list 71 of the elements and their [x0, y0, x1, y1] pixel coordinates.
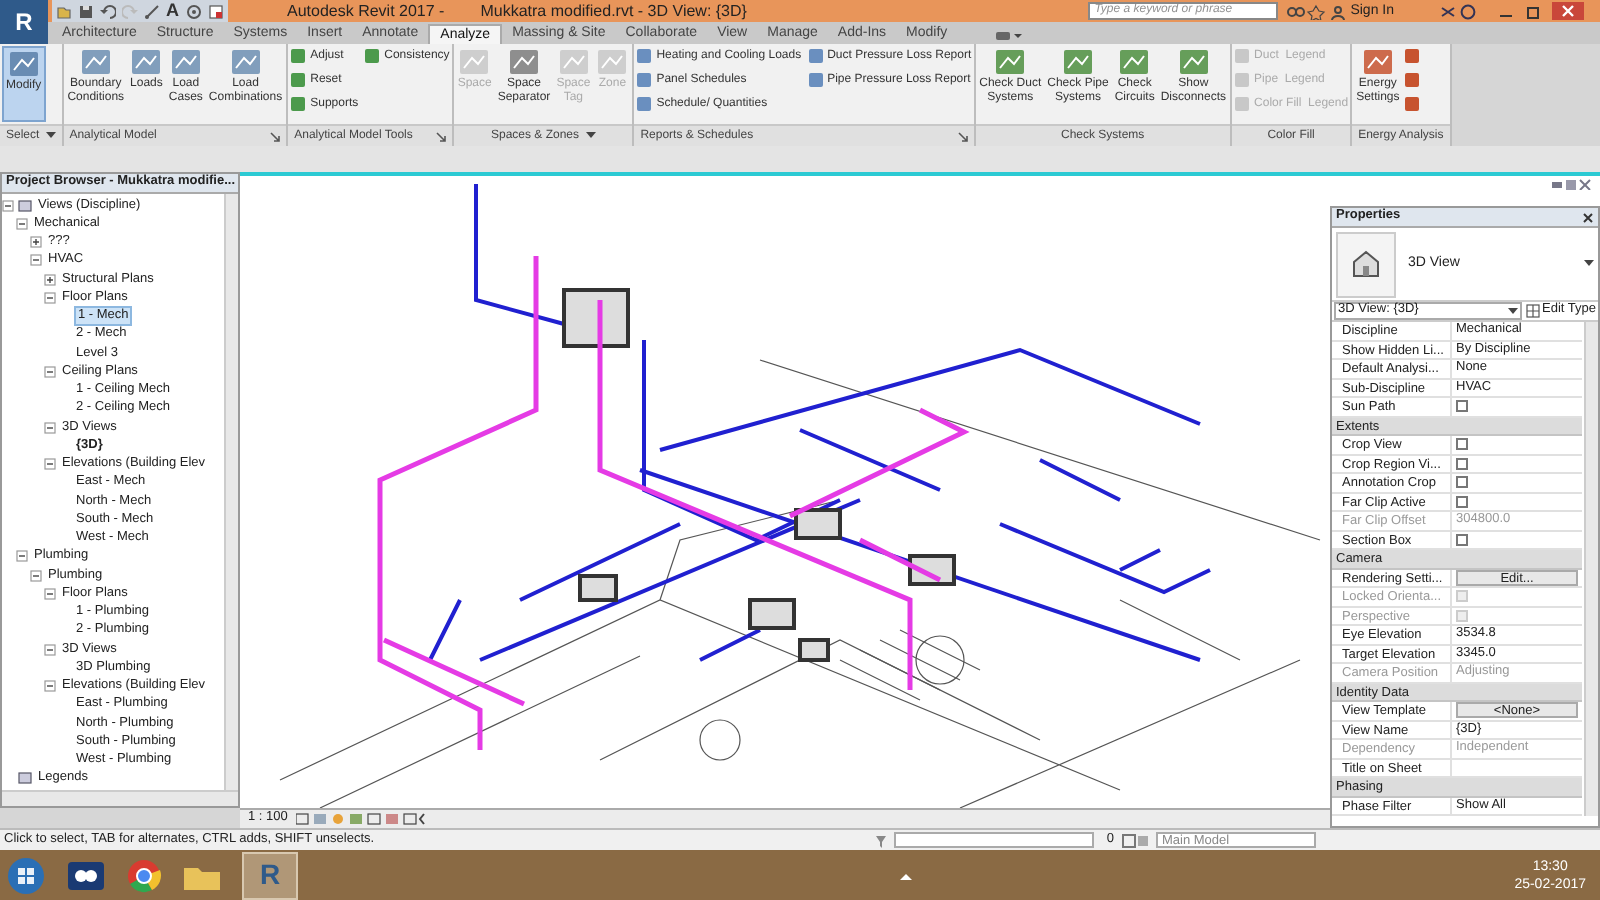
undo-icon[interactable]	[100, 3, 116, 19]
expand-icon[interactable]	[30, 236, 42, 249]
scrollbar[interactable]	[2, 790, 238, 806]
view-icon	[18, 199, 32, 212]
media-player-icon[interactable]	[66, 859, 106, 891]
tool-icon	[1177, 46, 1210, 78]
tool-icon	[130, 46, 163, 78]
tool-icon	[169, 46, 202, 78]
caret-icon[interactable]	[900, 871, 913, 879]
collapse-icon[interactable]	[44, 587, 56, 600]
toggle-icons-drawing[interactable]	[1122, 833, 1150, 847]
expand-icon[interactable]	[44, 273, 56, 286]
collapse-icon[interactable]	[44, 291, 56, 304]
ribbon-button[interactable]	[1403, 46, 1420, 66]
collapse-icon[interactable]	[16, 550, 28, 563]
collapse-icon[interactable]	[44, 643, 56, 656]
tool-icon	[994, 46, 1027, 78]
caret-icon	[1508, 307, 1519, 315]
ribbon-button[interactable]	[1403, 70, 1420, 90]
caret-icon[interactable]	[45, 132, 56, 140]
collapse-icon[interactable]	[30, 254, 42, 267]
ribbon-button[interactable]	[1403, 94, 1420, 114]
browser-icon[interactable]	[126, 857, 162, 893]
collapse-icon[interactable]	[44, 365, 56, 378]
tool-icon	[229, 46, 262, 78]
view-icon	[18, 772, 32, 785]
collapse-icon[interactable]	[30, 569, 42, 582]
start-button-icon[interactable]	[6, 855, 46, 895]
ribbon-options-icon[interactable]	[993, 28, 1022, 44]
checkbox[interactable]	[1456, 476, 1468, 489]
dialog-launcher-icon[interactable]	[435, 131, 446, 141]
checkbox[interactable]	[1456, 495, 1468, 508]
close-icon[interactable]	[1582, 211, 1594, 223]
sphere-icon[interactable]	[185, 3, 201, 19]
collapse-icon[interactable]	[44, 421, 56, 434]
dialog-launcher-icon[interactable]	[957, 131, 968, 141]
house-icon	[1350, 250, 1382, 278]
document-title: Mukkatra modified.rvt - 3D View: {3D}	[480, 3, 747, 19]
scrollbar[interactable]	[1584, 322, 1598, 816]
dialog-launcher-icon[interactable]	[270, 131, 281, 141]
tool-icon	[508, 46, 540, 78]
collapse-icon[interactable]	[2, 199, 14, 212]
maximize-icon[interactable]	[1526, 3, 1542, 19]
tool-icon	[7, 48, 40, 80]
toolbar-icons-drawing[interactable]	[1286, 3, 1347, 19]
workset-dropdown[interactable]	[894, 832, 1095, 848]
grid-icon	[1526, 304, 1541, 318]
measure-icon[interactable]	[144, 3, 160, 19]
collapse-icon[interactable]	[16, 217, 28, 230]
tool-icon	[1061, 46, 1094, 78]
text-tool-button[interactable]: A	[166, 2, 179, 20]
collapse-icon[interactable]	[44, 458, 56, 471]
save-icon[interactable]	[78, 3, 94, 19]
tool-icon	[79, 46, 112, 78]
view-navigation-icons-drawing[interactable]	[1552, 178, 1592, 190]
collapse-icon[interactable]	[44, 680, 56, 693]
help-icons-drawing[interactable]	[1438, 3, 1478, 19]
caret-icon[interactable]	[585, 132, 596, 140]
scrollbar[interactable]	[224, 194, 238, 790]
window-title: Autodesk Revit 2017 -	[287, 3, 445, 19]
close-icon[interactable]	[1552, 2, 1584, 20]
caret-icon	[1584, 260, 1594, 268]
tool-icon	[1361, 46, 1394, 78]
checkbox[interactable]	[1456, 457, 1468, 470]
tool-icon	[1118, 46, 1151, 78]
window-icon[interactable]	[207, 3, 223, 19]
application-button[interactable]: R	[0, 0, 48, 44]
checkbox[interactable]	[1456, 400, 1468, 413]
tool-icon	[364, 48, 381, 64]
checkbox[interactable]	[1456, 438, 1468, 451]
checkbox[interactable]	[1456, 533, 1468, 546]
